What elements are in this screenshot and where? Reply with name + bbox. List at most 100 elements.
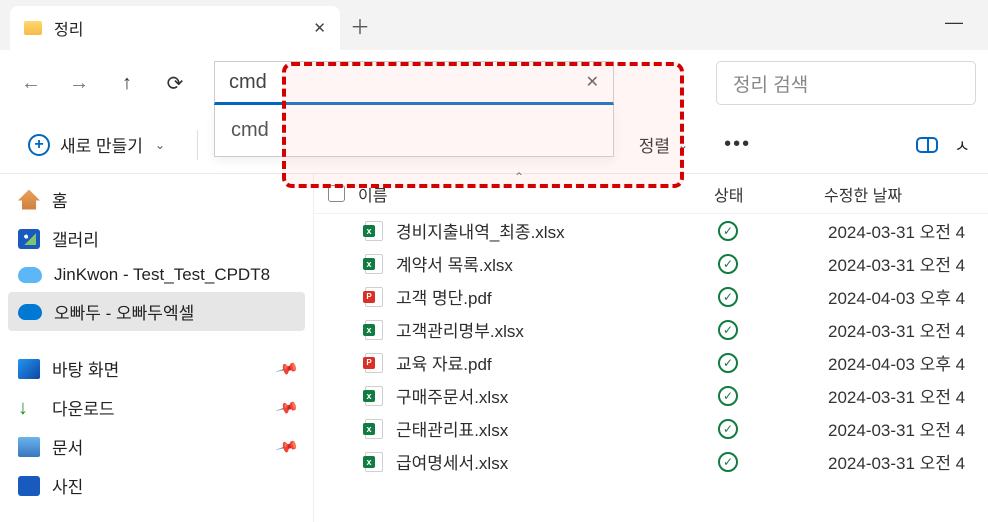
new-label: 새로 만들기: [60, 132, 143, 157]
sidebar-item-gallery[interactable]: 갤러리: [0, 219, 313, 258]
up-button[interactable]: ↑: [108, 64, 146, 102]
download-icon: ↓: [18, 398, 40, 418]
chevron-down-icon: ⌄: [678, 138, 688, 152]
sidebar-item-label: 바탕 화면: [52, 356, 119, 381]
xlsx-icon: [362, 452, 386, 472]
sort-label: 정렬: [639, 132, 670, 157]
file-status: ✓: [718, 287, 828, 307]
file-row[interactable]: 계약서 목록.xlsx✓ 2024-03-31 오전 4: [314, 247, 988, 280]
pin-icon: 📌: [275, 356, 300, 381]
status-ok-icon: ✓: [718, 386, 738, 406]
home-icon: [18, 190, 40, 210]
sidebar-item-label: 다운로드: [52, 395, 115, 420]
status-ok-icon: ✓: [718, 254, 738, 274]
more-button[interactable]: •••: [724, 133, 751, 156]
file-row[interactable]: 급여명세서.xlsx✓2024-03-31 오전 4: [314, 445, 988, 478]
file-status: ✓: [718, 452, 828, 472]
sidebar-item-home[interactable]: 홈: [0, 180, 313, 219]
sidebar-item-onedrive-2[interactable]: 오빠두 - 오빠두엑셀: [8, 292, 305, 331]
sidebar-item-desktop[interactable]: 바탕 화면 📌: [0, 349, 313, 388]
sort-button[interactable]: 정렬 ⌄: [639, 132, 688, 157]
back-button[interactable]: ←: [12, 64, 50, 102]
file-date: 2024-04-03 오후 4: [828, 284, 988, 309]
status-ok-icon: ✓: [718, 320, 738, 340]
new-tab-button[interactable]: ＋: [340, 0, 380, 50]
file-name: 고객관리명부.xlsx: [396, 317, 718, 342]
pin-icon: 📌: [275, 434, 300, 459]
pdf-icon: [362, 353, 386, 373]
new-button[interactable]: + 새로 만들기 ⌄: [18, 126, 175, 163]
file-row[interactable]: 고객 명단.pdf✓2024-04-03 오후 4: [314, 280, 988, 313]
chevron-down-icon: ⌄: [155, 138, 165, 152]
file-status: ✓: [718, 353, 828, 373]
file-status: ✓: [718, 386, 828, 406]
file-row[interactable]: 경비지출내역_최종.xlsx✓2024-03-31 오전 4: [314, 214, 988, 247]
address-input-box[interactable]: ✕: [214, 61, 614, 105]
forward-button[interactable]: →: [60, 64, 98, 102]
xlsx-icon: [362, 254, 386, 274]
sidebar-item-onedrive-1[interactable]: JinKwon - Test_Test_CPDT8: [0, 258, 313, 292]
details-label: ㅅ: [954, 132, 970, 157]
sidebar-item-pictures[interactable]: 사진: [0, 466, 313, 505]
sidebar: 홈 갤러리 JinKwon - Test_Test_CPDT8 오빠두 - 오빠…: [0, 174, 314, 522]
xlsx-icon: [362, 320, 386, 340]
file-date: 2024-03-31 오전 4: [828, 251, 988, 276]
search-box[interactable]: 정리 검색: [716, 61, 976, 105]
pdf-icon: [362, 287, 386, 307]
file-date: 2024-03-31 오전 4: [828, 383, 988, 408]
column-status[interactable]: 상태: [714, 182, 824, 206]
file-row[interactable]: 교육 자료.pdf✓2024-04-03 오후 4: [314, 346, 988, 379]
file-status: ✓: [718, 221, 828, 241]
pin-icon: 📌: [275, 395, 300, 420]
column-date[interactable]: 수정한 날짜: [824, 182, 988, 206]
sidebar-item-label: 사진: [52, 473, 83, 498]
xlsx-icon: [362, 221, 386, 241]
nav-row: ← → ↑ ⟳ ✕ cmd 정리 검색: [0, 50, 988, 116]
clear-address-icon[interactable]: ✕: [586, 72, 599, 92]
sidebar-item-label: JinKwon - Test_Test_CPDT8: [54, 265, 270, 285]
xlsx-icon: [362, 386, 386, 406]
file-name: 경비지출내역_최종.xlsx: [396, 218, 718, 243]
file-date: 2024-04-03 오후 4: [828, 350, 988, 375]
close-tab-icon[interactable]: ✕: [313, 19, 326, 37]
sidebar-item-downloads[interactable]: ↓ 다운로드 📌: [0, 388, 313, 427]
gallery-icon: [18, 229, 40, 249]
column-headers: ⌃ 이름 상태 수정한 날짜: [314, 174, 988, 214]
file-rows: 경비지출내역_최종.xlsx✓2024-03-31 오전 4계약서 목록.xls…: [314, 214, 988, 478]
details-pane-icon[interactable]: [916, 137, 938, 153]
file-row[interactable]: 구매주문서.xlsx✓2024-03-31 오전 4: [314, 379, 988, 412]
sidebar-item-label: 문서: [52, 434, 83, 459]
file-name: 급여명세서.xlsx: [396, 449, 718, 474]
file-list: ⌃ 이름 상태 수정한 날짜 경비지출내역_최종.xlsx✓2024-03-31…: [314, 174, 988, 522]
documents-icon: [18, 437, 40, 457]
status-ok-icon: ✓: [718, 221, 738, 241]
sidebar-item-documents[interactable]: 문서 📌: [0, 427, 313, 466]
plus-icon: +: [28, 134, 50, 156]
cloud-icon: [18, 304, 42, 320]
sort-indicator-icon: ⌃: [514, 170, 524, 184]
tab-current[interactable]: 정리 ✕: [10, 6, 340, 50]
address-suggestion-item[interactable]: cmd: [215, 105, 613, 156]
refresh-button[interactable]: ⟳: [156, 64, 194, 102]
address-input[interactable]: [229, 71, 586, 94]
titlebar: 정리 ✕ ＋ —: [0, 0, 988, 50]
file-date: 2024-03-31 오전 4: [828, 317, 988, 342]
address-bar: ✕ cmd: [214, 61, 614, 105]
file-status: ✓: [718, 419, 828, 439]
status-ok-icon: ✓: [718, 419, 738, 439]
folder-icon: [24, 21, 42, 35]
file-status: ✓: [718, 320, 828, 340]
file-row[interactable]: 고객관리명부.xlsx✓ 2024-03-31 오전 4: [314, 313, 988, 346]
file-name: 계약서 목록.xlsx: [396, 251, 718, 276]
file-name: 교육 자료.pdf: [396, 350, 718, 375]
minimize-button[interactable]: —: [945, 12, 963, 33]
file-name: 고객 명단.pdf: [396, 284, 718, 309]
desktop-icon: [18, 359, 40, 379]
sidebar-item-label: 갤러리: [52, 226, 99, 251]
column-name[interactable]: 이름: [358, 182, 714, 206]
file-status: ✓: [718, 254, 828, 274]
select-all-checkbox[interactable]: [314, 185, 358, 202]
xlsx-icon: [362, 419, 386, 439]
file-name: 근태관리표.xlsx: [396, 416, 718, 441]
file-row[interactable]: 근태관리표.xlsx✓2024-03-31 오전 4: [314, 412, 988, 445]
